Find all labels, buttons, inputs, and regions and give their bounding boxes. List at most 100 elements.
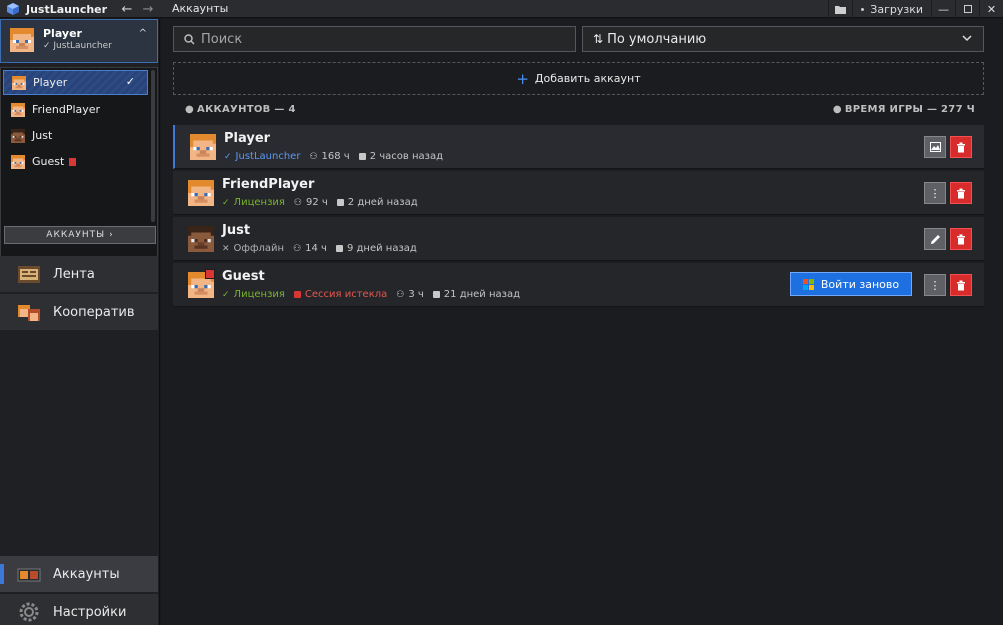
- nav-item-settings[interactable]: Настройки: [0, 594, 158, 625]
- add-account-button[interactable]: + Добавить аккаунт: [173, 62, 984, 95]
- chevron-up-icon[interactable]: ^: [139, 28, 147, 39]
- account-meta: ✓ Лицензия Сессия истекла ⚇ 3 ч 21 дней на…: [222, 289, 529, 300]
- maximize-button[interactable]: [955, 0, 979, 18]
- search-box[interactable]: [173, 26, 576, 52]
- change-skin-button[interactable]: [924, 136, 946, 158]
- maximize-icon: [963, 5, 972, 13]
- account-row[interactable]: Just ✕ Оффлайн ⚇ 14 ч 9 дней назад: [173, 217, 984, 261]
- account-meta: ✓ Лицензия ⚇ 92 ч 2 дней назад: [222, 197, 427, 208]
- clock-icon: [335, 245, 343, 252]
- play-time-icon: ●: [832, 104, 842, 115]
- play-time-label: ВРЕМЯ ИГРЫ — 277 Ч: [844, 104, 975, 115]
- sort-dropdown[interactable]: ⇅ По умолчанию: [582, 26, 984, 52]
- accounts-page-label: АККАУНТЫ: [46, 230, 106, 240]
- check-icon: ✓: [125, 75, 135, 88]
- back-arrow-icon[interactable]: ←: [117, 0, 137, 18]
- player-avatar-icon: [188, 226, 214, 252]
- trash-icon: [957, 142, 965, 152]
- edit-button[interactable]: [924, 228, 946, 250]
- switcher-item-player[interactable]: Player ✓: [3, 70, 148, 95]
- nav-item-coop[interactable]: Кооператив: [0, 294, 158, 330]
- minimize-button[interactable]: —: [931, 0, 955, 18]
- nav-label: Лента: [53, 266, 95, 282]
- title-bar: JustLauncher ← → Аккаунты Загрузки — ✕: [0, 0, 1003, 18]
- accounts-count: ● АККАУНТОВ — 4: [185, 104, 296, 115]
- account-row[interactable]: FriendPlayer ✓ Лицензия ⚇ 92 ч 2 дней наза…: [173, 171, 984, 215]
- player-avatar-icon: [10, 28, 34, 52]
- nav-item-feed[interactable]: Лента: [0, 256, 158, 292]
- delete-button[interactable]: [950, 182, 972, 204]
- account-name: Guest: [222, 269, 265, 284]
- more-options-button[interactable]: ⋮: [924, 182, 946, 204]
- account-type: ✕ Оффлайн: [222, 243, 284, 254]
- delete-button[interactable]: [950, 136, 972, 158]
- coop-icon: [18, 305, 40, 321]
- nav-label: Настройки: [53, 604, 127, 620]
- switcher-item-guest[interactable]: Guest: [3, 149, 148, 174]
- trash-icon: [957, 188, 965, 198]
- account-row[interactable]: Guest ✓ Лицензия Сессия истекла ⚇ 3 ч 21 д…: [173, 263, 984, 307]
- players-icon: ⚇: [309, 151, 318, 162]
- switcher-item-friendplayer[interactable]: FriendPlayer: [3, 97, 148, 122]
- account-type-label: Лицензия: [233, 197, 285, 208]
- title-bar-controls: Загрузки — ✕: [828, 0, 1003, 18]
- player-avatar-icon: [11, 155, 25, 169]
- forward-arrow-icon[interactable]: →: [138, 0, 158, 18]
- session-warning-icon: [205, 269, 215, 279]
- downloads-label: Загрузки: [870, 2, 923, 16]
- sidebar: Player ✓ JustLauncher ^ Player ✓ FriendP…: [0, 19, 160, 625]
- nav-label: Кооператив: [53, 304, 135, 320]
- last-seen-label: 9 дней назад: [346, 243, 417, 254]
- account-name: FriendPlayer: [222, 177, 315, 192]
- play-hours: ⚇ 168 ч: [309, 151, 349, 162]
- delete-button[interactable]: [950, 228, 972, 250]
- profile-source-label: JustLauncher: [53, 41, 112, 51]
- play-hours: ⚇ 3 ч: [396, 289, 424, 300]
- relogin-button[interactable]: Войти заново: [790, 272, 912, 296]
- user-icon: ●: [185, 104, 195, 115]
- clock-icon: [336, 199, 344, 206]
- account-type-label: Оффлайн: [233, 243, 285, 254]
- session-status: Сессия истекла: [293, 289, 387, 300]
- more-vertical-icon: ⋮: [929, 278, 941, 292]
- accounts-icon: [17, 568, 41, 582]
- downloads-button[interactable]: Загрузки: [852, 0, 931, 18]
- launcher-window: JustLauncher ← → Аккаунты Загрузки — ✕ P…: [0, 0, 1003, 625]
- warning-icon: [69, 157, 77, 166]
- account-switcher-panel: Player ✓ FriendPlayer Just Guest АККАУНТ…: [0, 67, 158, 267]
- close-button[interactable]: ✕: [979, 0, 1003, 18]
- offline-x-icon: ✕: [222, 243, 230, 254]
- accounts-count-label: АККАУНТОВ — 4: [197, 104, 296, 115]
- search-icon: [184, 33, 195, 45]
- players-icon: ⚇: [293, 243, 302, 254]
- switcher-item-just[interactable]: Just: [3, 123, 148, 148]
- play-hours: ⚇ 14 ч: [293, 243, 327, 254]
- nav-item-accounts[interactable]: Аккаунты: [0, 556, 158, 592]
- warning-icon: [293, 291, 301, 298]
- current-profile[interactable]: Player ✓ JustLauncher ^: [0, 19, 158, 63]
- last-seen: 2 часов назад: [358, 151, 443, 162]
- account-type: ✓ JustLauncher: [224, 151, 300, 162]
- more-vertical-icon: ⋮: [929, 186, 941, 200]
- active-indicator: [0, 564, 4, 584]
- delete-button[interactable]: [950, 274, 972, 296]
- accounts-page-button[interactable]: АККАУНТЫ ›: [4, 226, 156, 244]
- last-seen: 21 дней назад: [432, 289, 520, 300]
- more-options-button[interactable]: ⋮: [924, 274, 946, 296]
- check-icon: ✓: [224, 151, 232, 162]
- microsoft-logo-icon: [802, 278, 814, 290]
- close-icon: ✕: [986, 2, 997, 16]
- page-title: Аккаунты: [172, 2, 229, 15]
- folder-button[interactable]: [828, 0, 852, 18]
- switcher-scrollbar[interactable]: [151, 70, 155, 222]
- search-input[interactable]: [201, 31, 561, 47]
- settings-gear-icon: [19, 602, 39, 622]
- check-icon: ✓: [222, 197, 230, 208]
- app-name: JustLauncher: [26, 2, 108, 16]
- account-row[interactable]: Player ✓ JustLauncher ⚇ 168 ч 2 часов наза…: [173, 125, 984, 169]
- account-type: ✓ Лицензия: [222, 289, 285, 300]
- player-avatar-icon: [188, 180, 214, 206]
- player-avatar-icon: [11, 129, 25, 143]
- play-time-total: ● ВРЕМЯ ИГРЫ — 277 Ч: [833, 104, 975, 115]
- switcher-item-label: FriendPlayer: [32, 103, 101, 116]
